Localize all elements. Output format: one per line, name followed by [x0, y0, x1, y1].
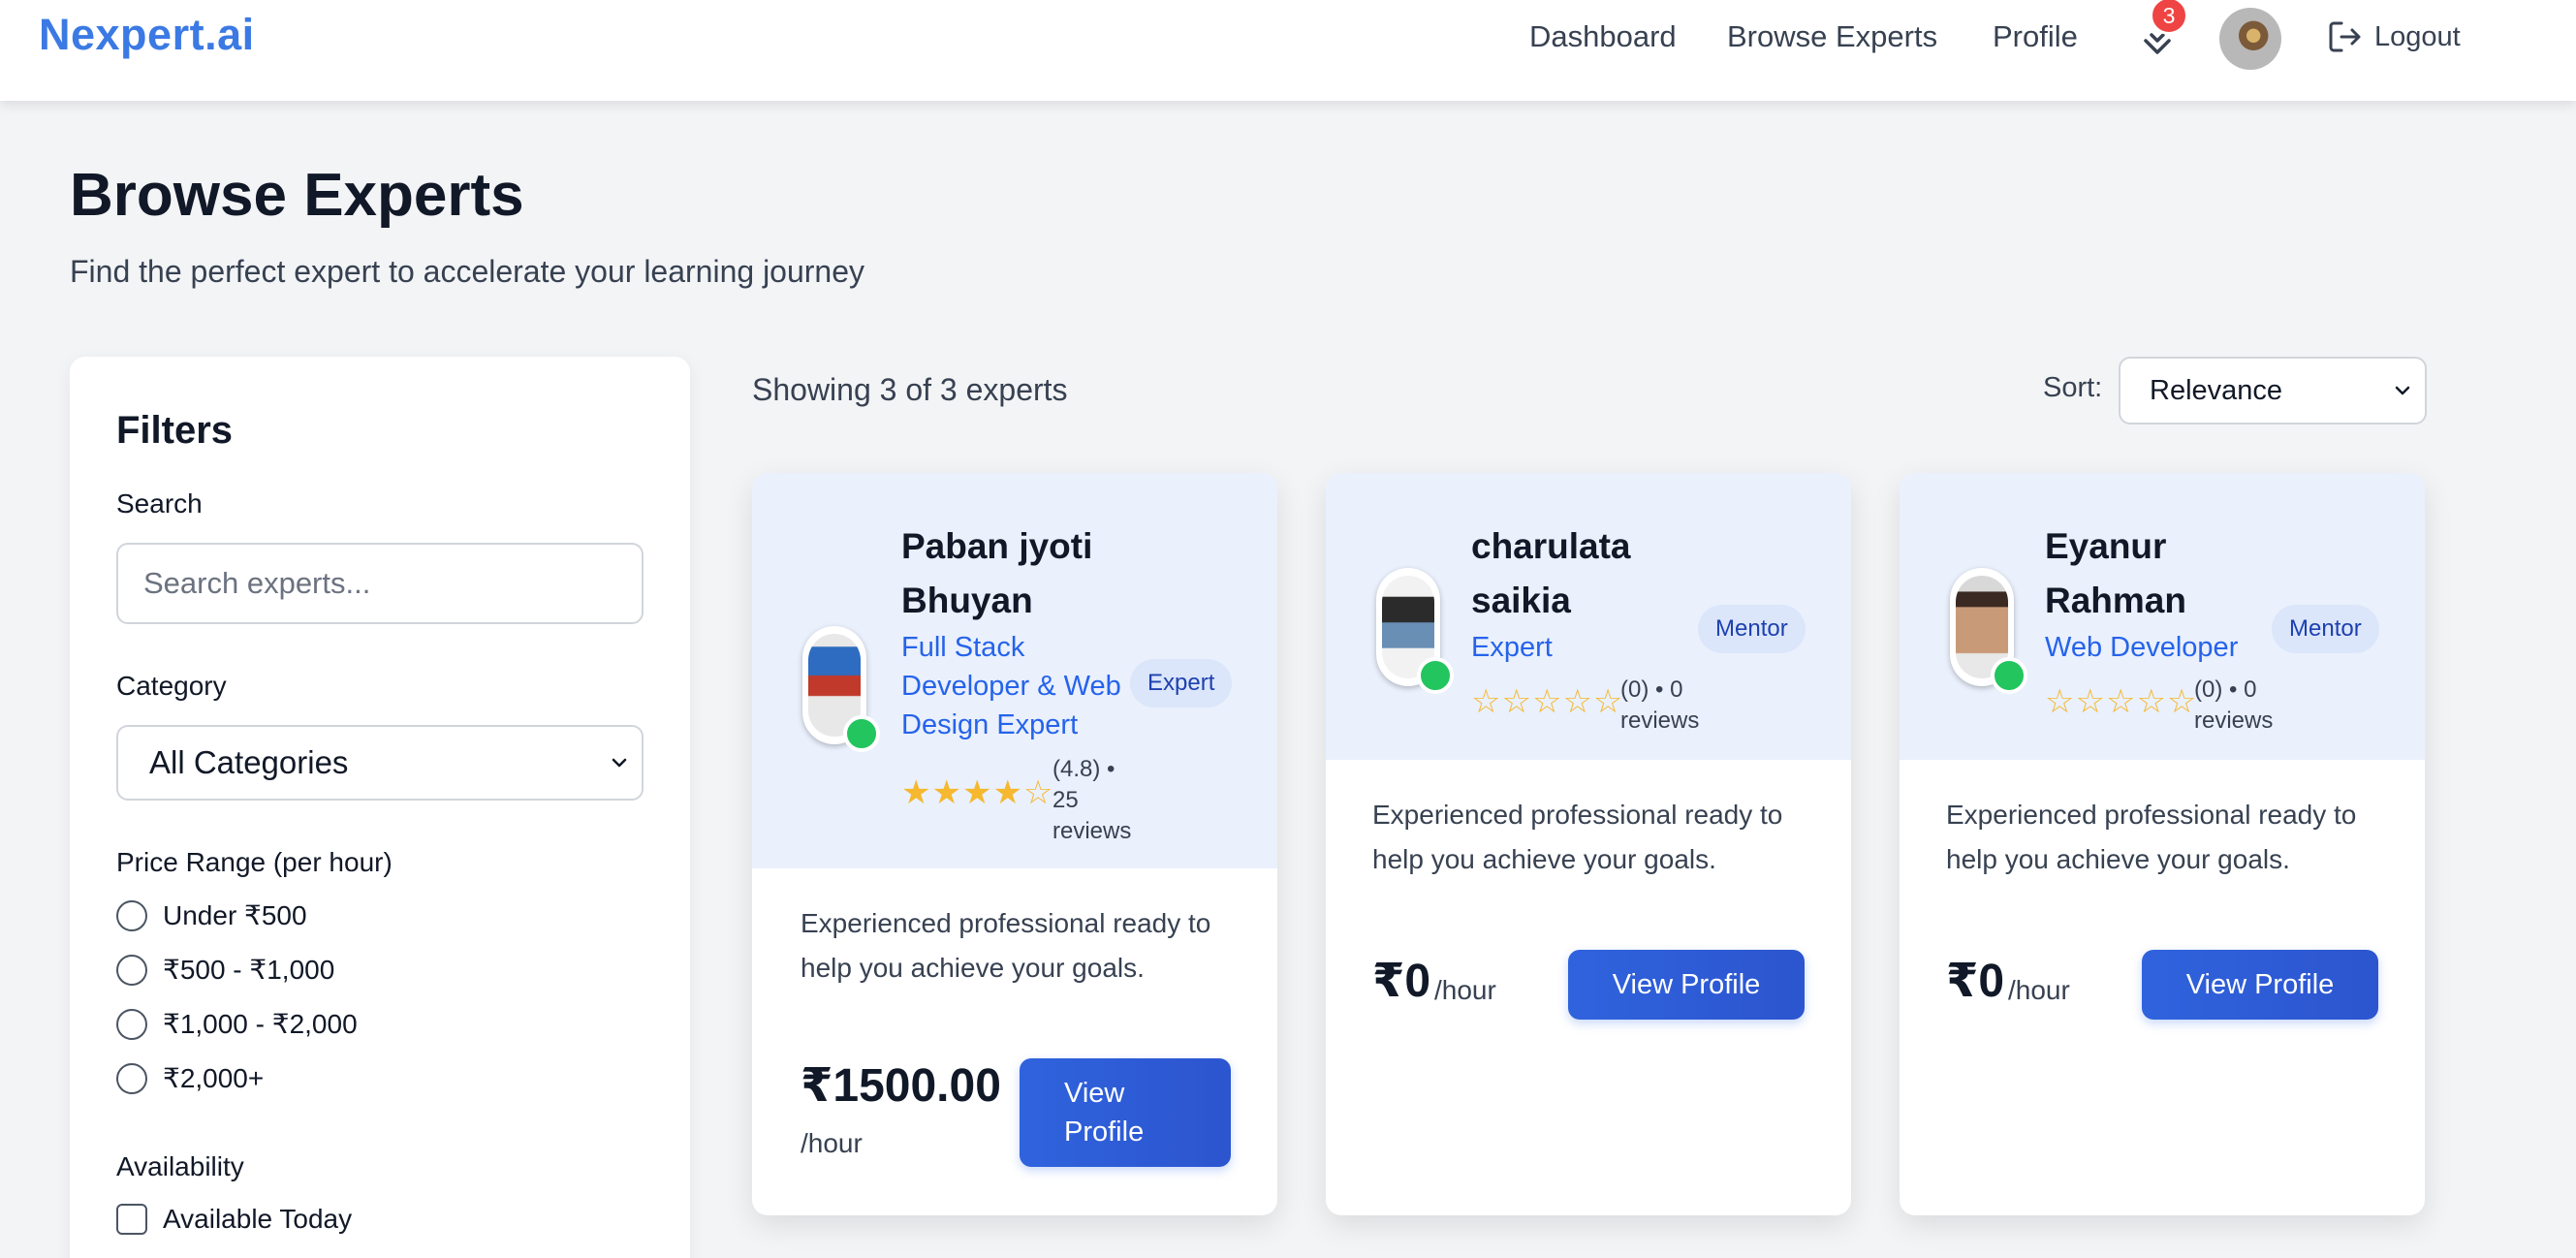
page-title: Browse Experts — [70, 162, 524, 229]
expert-description: Experienced professional ready to — [801, 908, 1211, 938]
rating-text: reviews — [2194, 708, 2274, 734]
price-option-label: ₹500 - ₹1,000 — [163, 955, 335, 985]
expert-card: charulata saikia Expert Mentor ☆☆☆☆☆ (0)… — [1326, 473, 1851, 1215]
view-profile-label: View — [1064, 1078, 1125, 1109]
chevron-down-icon — [2395, 386, 2410, 395]
expert-name: Paban jyoti — [901, 526, 1093, 566]
brand-logo[interactable]: Nexpert.ai — [39, 10, 255, 60]
sort-select-value: Relevance — [2150, 374, 2283, 406]
rating-text: 25 — [1052, 787, 1079, 813]
expert-name: Eyanur — [2045, 526, 2167, 566]
expert-avatar[interactable] — [1950, 568, 2027, 694]
view-profile-label: Profile — [1064, 1116, 1145, 1148]
rating-text: (0) • 0 — [2194, 676, 2257, 703]
online-status-icon — [843, 715, 880, 752]
radio-button[interactable] — [116, 954, 147, 986]
filters-title: Filters — [116, 409, 234, 452]
role-badge: Expert — [1130, 659, 1233, 708]
expert-description: Experienced professional ready to — [1946, 800, 2357, 830]
expert-description: help you achieve your goals. — [1946, 844, 2290, 874]
price-unit: /hour — [2008, 975, 2070, 1005]
expert-price: ₹0 — [1372, 956, 1431, 1007]
expert-title: Expert — [1471, 632, 1553, 663]
price-range-label: Price Range (per hour) — [116, 847, 393, 877]
view-profile-button[interactable]: View Profile — [1020, 1058, 1231, 1167]
expert-card: Eyanur Rahman Web Developer Mentor ☆☆☆☆☆… — [1900, 473, 2425, 1215]
price-option-label: ₹2,000+ — [163, 1063, 265, 1093]
rating-stars: ★★★★☆ — [901, 774, 1054, 811]
nav-link-dashboard[interactable]: Dashboard — [1529, 19, 1677, 54]
expert-name: saikia — [1471, 581, 1571, 620]
role-badge: Mentor — [1698, 605, 1806, 653]
price-option-1000-2000[interactable]: ₹1,000 - ₹2,000 — [116, 1008, 358, 1040]
expert-description: Experienced professional ready to — [1372, 800, 1783, 830]
expert-card: Paban jyoti Bhuyan Full Stack Developer … — [752, 473, 1277, 1215]
expert-name: charulata — [1471, 526, 1631, 566]
sort-label: Sort: — [2043, 372, 2103, 403]
rating-text: reviews — [1052, 818, 1132, 844]
category-label: Category — [116, 671, 227, 701]
rating-text: reviews — [1620, 708, 1700, 734]
price-option-label: Under ₹500 — [163, 900, 307, 930]
expert-title: Developer & Web — [901, 671, 1121, 702]
price-option-500-1000[interactable]: ₹500 - ₹1,000 — [116, 954, 334, 986]
price-option-label: ₹1,000 - ₹2,000 — [163, 1009, 358, 1039]
available-today-checkbox[interactable] — [116, 1204, 147, 1235]
sort-select[interactable]: Relevance — [2119, 357, 2427, 425]
price-option-under-500[interactable]: Under ₹500 — [116, 899, 307, 931]
radio-button[interactable] — [116, 899, 147, 931]
search-input[interactable] — [116, 543, 644, 624]
available-today-label: Available Today — [163, 1204, 353, 1234]
price-option-2000-plus[interactable]: ₹2,000+ — [116, 1062, 264, 1094]
expert-title: Web Developer — [2045, 632, 2239, 663]
expert-avatar[interactable] — [802, 626, 880, 752]
view-profile-button[interactable]: View Profile — [1568, 950, 1805, 1020]
notification-count-badge: 3 — [2150, 0, 2188, 35]
availability-label: Availability — [116, 1151, 244, 1181]
online-status-icon — [1991, 657, 2027, 694]
category-select-value: All Categories — [149, 744, 349, 780]
expert-description: help you achieve your goals. — [801, 953, 1145, 983]
radio-button[interactable] — [116, 1008, 147, 1040]
rating-text: (4.8) • — [1052, 756, 1115, 782]
nav-link-profile[interactable]: Profile — [1993, 19, 2078, 54]
page-subtitle: Find the perfect expert to accelerate yo… — [70, 254, 865, 289]
expert-title: Design Expert — [901, 709, 1079, 740]
logout-icon — [2329, 21, 2361, 52]
search-label: Search — [116, 488, 203, 519]
expert-description: help you achieve your goals. — [1372, 844, 1716, 874]
results-count: Showing 3 of 3 experts — [752, 372, 1068, 407]
price-unit: /hour — [801, 1128, 863, 1158]
logout-label: Logout — [2374, 20, 2461, 52]
category-select[interactable]: All Categories — [116, 725, 644, 801]
available-today-option[interactable]: Available Today — [116, 1204, 352, 1235]
role-badge: Mentor — [2272, 605, 2379, 653]
filters-panel: Filters Search Category All Categories P… — [70, 357, 690, 1258]
rating-stars: ☆☆☆☆☆ — [1471, 683, 1624, 720]
expert-price: ₹0 — [1946, 956, 2005, 1007]
expert-price: ₹1500.00 — [801, 1060, 1001, 1112]
nav-link-browse-experts[interactable]: Browse Experts — [1727, 19, 1937, 54]
expert-title: Full Stack — [901, 632, 1025, 663]
rating-stars: ☆☆☆☆☆ — [2045, 683, 2198, 720]
expert-avatar[interactable] — [1376, 568, 1454, 694]
top-navbar: Nexpert.ai Dashboard Browse Experts Prof… — [0, 0, 2576, 101]
price-unit: /hour — [1434, 975, 1496, 1005]
user-avatar[interactable] — [2219, 8, 2281, 70]
radio-button[interactable] — [116, 1062, 147, 1094]
rating-text: (0) • 0 — [1620, 676, 1683, 703]
expert-name: Rahman — [2045, 581, 2186, 620]
expert-name: Bhuyan — [901, 581, 1033, 620]
logout-button[interactable]: Logout — [2328, 19, 2461, 54]
online-status-icon — [1417, 657, 1454, 694]
chevron-down-icon — [612, 758, 627, 768]
view-profile-button[interactable]: View Profile — [2142, 950, 2378, 1020]
